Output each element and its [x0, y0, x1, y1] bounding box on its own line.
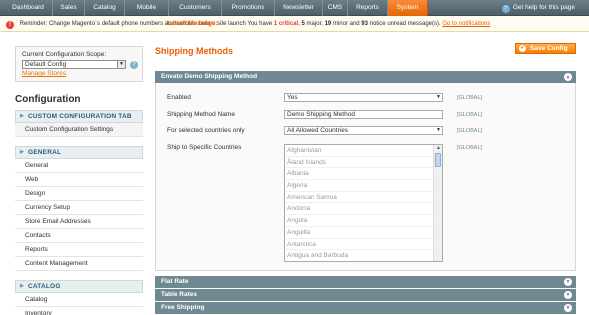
section-header-envato-demo-shipping[interactable]: Envato Demo Shipping Method ▲: [155, 71, 576, 83]
scrollbar-thumb[interactable]: [435, 153, 441, 167]
expand-icon: ▼: [564, 304, 572, 312]
country-option[interactable]: Albania: [285, 168, 442, 181]
nav-customers[interactable]: Customers: [169, 0, 222, 16]
arrow-right-icon: ▶: [20, 149, 25, 155]
expand-icon: ▼: [564, 278, 572, 286]
scope-global: [GLOBAL]: [457, 95, 483, 101]
nav-sales[interactable]: Sales: [53, 0, 85, 16]
scope-select-value: Default Config: [25, 61, 67, 68]
save-config-label: Save Config: [530, 45, 568, 52]
section-general[interactable]: ▶ GENERAL: [15, 146, 143, 159]
enabled-value: Yes: [287, 94, 298, 101]
save-config-button[interactable]: ✔ Save Config: [515, 43, 576, 54]
sidebar-item-design[interactable]: Design: [15, 187, 143, 201]
country-option[interactable]: American Samoa: [285, 192, 442, 204]
scope-switcher: Current Configuration Scope: Default Con…: [15, 46, 143, 82]
info-icon[interactable]: ?: [130, 61, 138, 69]
help-label: Get help for this page: [512, 4, 575, 11]
scope-global: [GLOBAL]: [457, 128, 483, 134]
label-shipping-method-name: Shipping Method Name: [167, 111, 235, 118]
label-ship-to-specific-countries: Ship to Specific Countries: [167, 144, 242, 151]
major-text: major,: [304, 21, 325, 27]
manage-stores-link[interactable]: Manage Stores: [22, 70, 136, 77]
section-header-table-rates[interactable]: Table Rates ▼: [155, 289, 576, 301]
nav-mobile[interactable]: Mobile: [125, 0, 169, 16]
enabled-select[interactable]: Yes ▼: [284, 93, 443, 102]
chevron-down-icon: ▼: [117, 61, 125, 68]
arrow-right-icon: ▶: [20, 283, 25, 289]
top-navigation: Dashboard Sales Catalog Mobile Customers…: [0, 0, 589, 16]
label-selected-countries: For selected countries only: [167, 127, 245, 134]
section-title: CATALOG: [28, 283, 61, 290]
scope-label: Current Configuration Scope:: [22, 51, 107, 58]
expand-icon: ▼: [564, 291, 572, 299]
sidebar-item-currency-setup[interactable]: Currency Setup: [15, 201, 143, 215]
country-option[interactable]: Antigua and Barbuda: [285, 250, 442, 261]
selected-countries-select[interactable]: All Allowed Countries ▼: [284, 126, 443, 135]
nav-promotions[interactable]: Promotions: [222, 0, 275, 16]
sidebar-item-inventory[interactable]: Inventory: [15, 307, 143, 315]
section-header-free-shipping[interactable]: Free Shipping ▼: [155, 302, 576, 314]
sidebar-item-reports[interactable]: Reports: [15, 243, 143, 257]
notice-text: notice unread message(s).: [367, 21, 443, 27]
country-option[interactable]: Antarctica: [285, 239, 442, 251]
specific-countries-multiselect[interactable]: Afghanistan Åland Islands Albania Algeri…: [284, 144, 443, 262]
section-title: GENERAL: [28, 149, 62, 156]
page-title: Shipping Methods: [155, 46, 233, 56]
country-option[interactable]: Angola: [285, 215, 442, 227]
configuration-title: Configuration: [15, 94, 81, 105]
section-header-title: Envato Demo Shipping Method: [161, 73, 258, 80]
section-catalog[interactable]: ▶ CATALOG: [15, 280, 143, 293]
section-header-flat-rate[interactable]: Flat Rate ▼: [155, 276, 576, 288]
section-custom-configuration-tab[interactable]: ▶ CUSTOM CONFIGURATION TAB: [15, 110, 143, 123]
nav-system[interactable]: System: [388, 0, 428, 16]
chevron-down-icon: ▼: [436, 94, 441, 100]
minor-text: minor and: [331, 21, 362, 27]
notifications-link[interactable]: Go to notifications: [442, 21, 490, 27]
shipping-method-name-input[interactable]: Demo Shipping Method: [284, 110, 443, 119]
section-header-title: Table Rates: [161, 291, 198, 298]
sidebar-item-custom-configuration-settings[interactable]: Custom Configuration Settings: [15, 123, 143, 137]
country-option[interactable]: Åland Islands: [285, 157, 442, 169]
scope-select[interactable]: Default Config ▼: [22, 60, 126, 69]
arrow-right-icon: ▶: [20, 113, 25, 119]
sidebar-item-content-management[interactable]: Content Management: [15, 257, 143, 271]
nav-cms[interactable]: CMS: [323, 0, 348, 16]
section-header-title: Free Shipping: [161, 304, 205, 311]
country-option[interactable]: Afghanistan: [285, 145, 442, 157]
latest-message-text: Reminder: Change Magento`s default phone…: [18, 21, 274, 27]
scope-global: [GLOBAL]: [457, 145, 483, 151]
critical-count: 1 critical: [273, 21, 299, 27]
sidebar-item-store-email-addresses[interactable]: Store Email Addresses: [15, 215, 143, 229]
nav-dashboard[interactable]: Dashboard: [4, 0, 53, 16]
country-option[interactable]: Anguilla: [285, 227, 442, 239]
sidebar-item-contacts[interactable]: Contacts: [15, 229, 143, 243]
chevron-down-icon: ▼: [436, 127, 441, 133]
nav-catalog[interactable]: Catalog: [85, 0, 125, 16]
nav-newsletter[interactable]: Newsletter: [275, 0, 323, 16]
warning-icon: !: [6, 21, 14, 29]
latest-message-bar: ! Latest Message: Reminder: Change Magent…: [0, 16, 589, 32]
sidebar-item-general[interactable]: General: [15, 159, 143, 173]
multiselect-scrollbar[interactable]: ▲: [433, 145, 442, 261]
checkmark-icon: ✔: [519, 45, 526, 52]
country-option[interactable]: Andorra: [285, 203, 442, 216]
sidebar-item-web[interactable]: Web: [15, 173, 143, 187]
help-icon: ?: [501, 5, 510, 13]
label-enabled: Enabled: [167, 94, 191, 101]
nav-reports[interactable]: Reports: [348, 0, 388, 16]
country-option[interactable]: Algeria: [285, 180, 442, 192]
latest-message-label: Latest Message:: [167, 20, 218, 27]
help-link[interactable]: ? Get help for this page: [501, 0, 575, 16]
notice-count: 93: [361, 21, 368, 27]
collapse-icon: ▲: [564, 73, 572, 81]
section-title: CUSTOM CONFIGURATION TAB: [28, 113, 132, 120]
scope-global: [GLOBAL]: [457, 112, 483, 118]
scroll-up-icon[interactable]: ▲: [435, 145, 442, 152]
sidebar-item-catalog[interactable]: Catalog: [15, 293, 143, 307]
section-header-title: Flat Rate: [161, 278, 189, 285]
selected-countries-value: All Allowed Countries: [287, 127, 349, 134]
